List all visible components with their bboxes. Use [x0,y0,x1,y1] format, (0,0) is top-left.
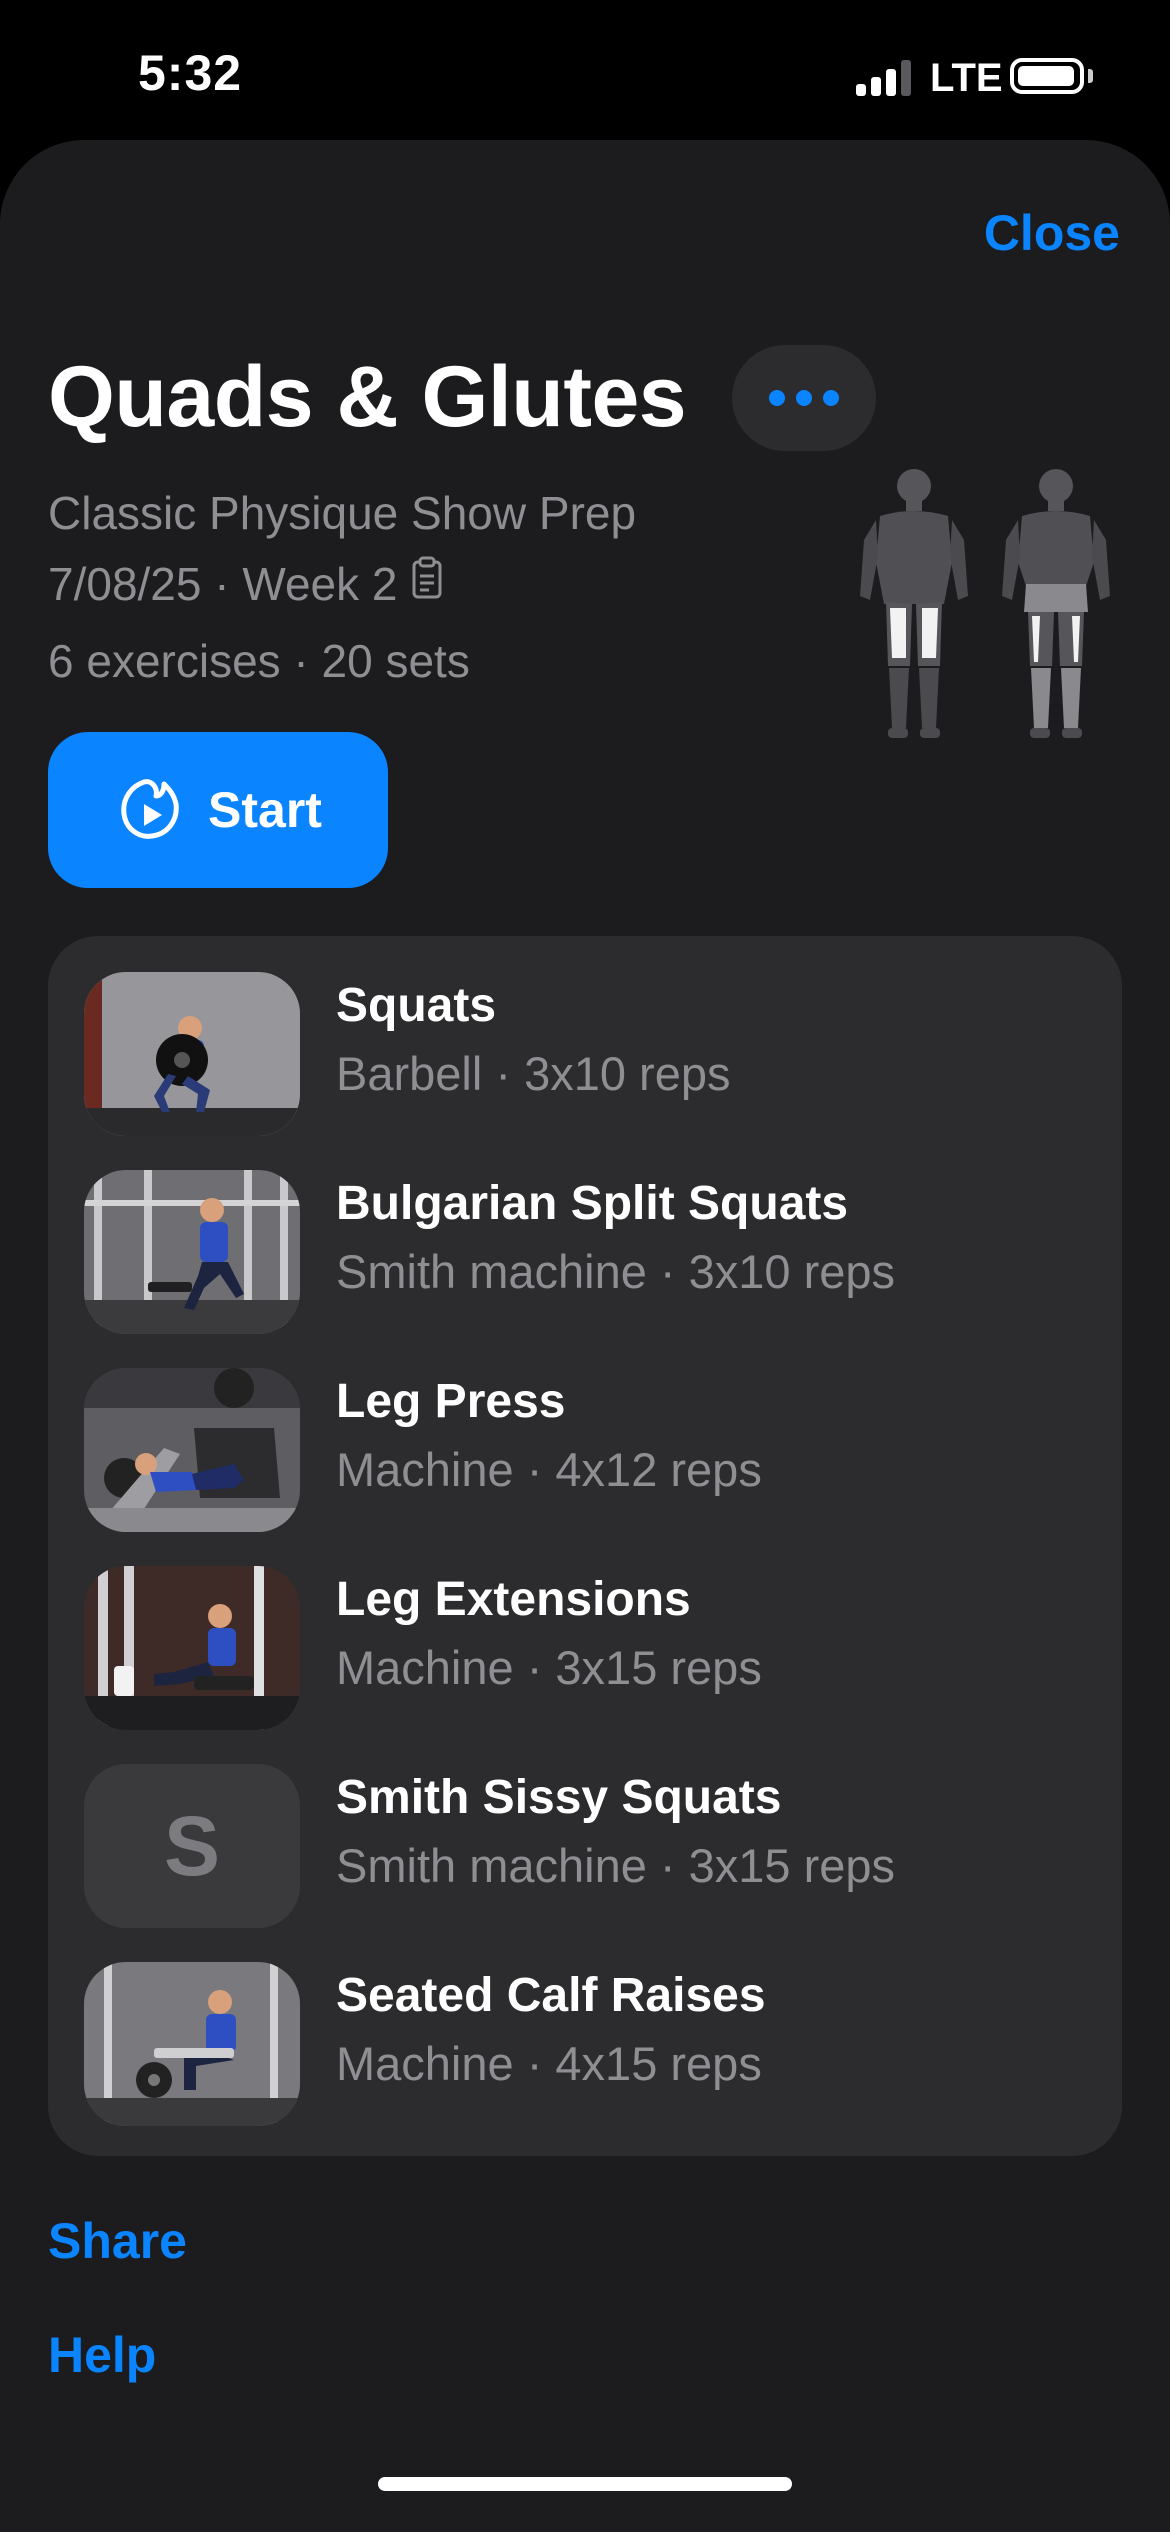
exercise-detail: Machine · 3x15 reps [336,1641,762,1694]
exercise-row-smith-sissy-squats[interactable]: S Smith Sissy Squats Smith machine · 3x1… [48,1764,1122,1928]
play-flame-icon [114,772,186,849]
workout-detail-screen: 5:32 LTE Close Quads & Glutes Classic Ph… [0,0,1170,2532]
exercise-name: Smith Sissy Squats [336,1771,782,1824]
exercise-name: Bulgarian Split Squats [336,1177,849,1230]
home-indicator[interactable] [378,2477,792,2491]
exercise-thumbnail [84,1170,300,1334]
muscle-map-icon [856,466,1126,746]
start-workout-button[interactable]: Start [48,732,388,888]
status-bar: 5:32 LTE [0,0,1170,140]
body-back-figure [1002,469,1110,738]
battery-icon [1010,58,1084,94]
exercise-row-seated-calf-raises[interactable]: Seated Calf Raises Machine · 4x15 reps [48,1962,1122,2126]
cellular-signal-icon [856,60,914,96]
date-week-text: 7/08/25 · Week 2 [48,557,398,610]
exercise-row-bulgarian-split-squats[interactable]: Bulgarian Split Squats Smith machine · 3… [48,1170,1122,1334]
more-options-button[interactable] [732,345,876,451]
workout-title: Quads & Glutes [48,349,687,445]
exercise-list: Squats Barbell · 3x10 reps Bulgarian Spl… [48,936,1122,2156]
exercise-detail: Barbell · 3x10 reps [336,1047,731,1100]
share-link[interactable]: Share [48,2212,187,2270]
thumbnail-initial: S [163,1798,221,1893]
start-button-label: Start [208,782,322,838]
network-type: LTE [930,56,1003,100]
exercise-set-counts: 6 exercises · 20 sets [48,635,470,687]
clipboard-icon[interactable] [411,556,443,611]
exercise-name: Seated Calf Raises [336,1969,766,2022]
battery-cap [1088,69,1093,83]
help-link[interactable]: Help [48,2326,156,2384]
ellipsis-icon [769,390,785,406]
date-week-row[interactable]: 7/08/25 · Week 2 [48,556,443,611]
exercise-detail: Machine · 4x15 reps [336,2037,762,2090]
exercise-detail: Smith machine · 3x10 reps [336,1245,896,1298]
exercise-row-leg-press[interactable]: Leg Press Machine · 4x12 reps [48,1368,1122,1532]
body-front-figure [860,469,968,738]
exercise-thumbnail-placeholder: S [84,1764,300,1928]
exercise-thumbnail [84,1368,300,1532]
exercise-detail: Smith machine · 3x15 reps [336,1839,896,1892]
exercise-row-squats[interactable]: Squats Barbell · 3x10 reps [48,972,1122,1136]
exercise-thumbnail [84,1962,300,2126]
exercise-thumbnail [84,1566,300,1730]
exercise-name: Leg Extensions [336,1573,691,1626]
close-button[interactable]: Close [984,204,1120,262]
program-name: Classic Physique Show Prep [48,487,637,539]
status-time: 5:32 [138,45,243,101]
exercise-name: Leg Press [336,1375,566,1428]
exercise-name: Squats [336,979,497,1032]
exercise-detail: Machine · 4x12 reps [336,1443,762,1496]
workout-sheet: Close Quads & Glutes Classic Physique Sh… [0,140,1170,2532]
exercise-row-leg-extensions[interactable]: Leg Extensions Machine · 3x15 reps [48,1566,1122,1730]
exercise-thumbnail [84,972,300,1136]
